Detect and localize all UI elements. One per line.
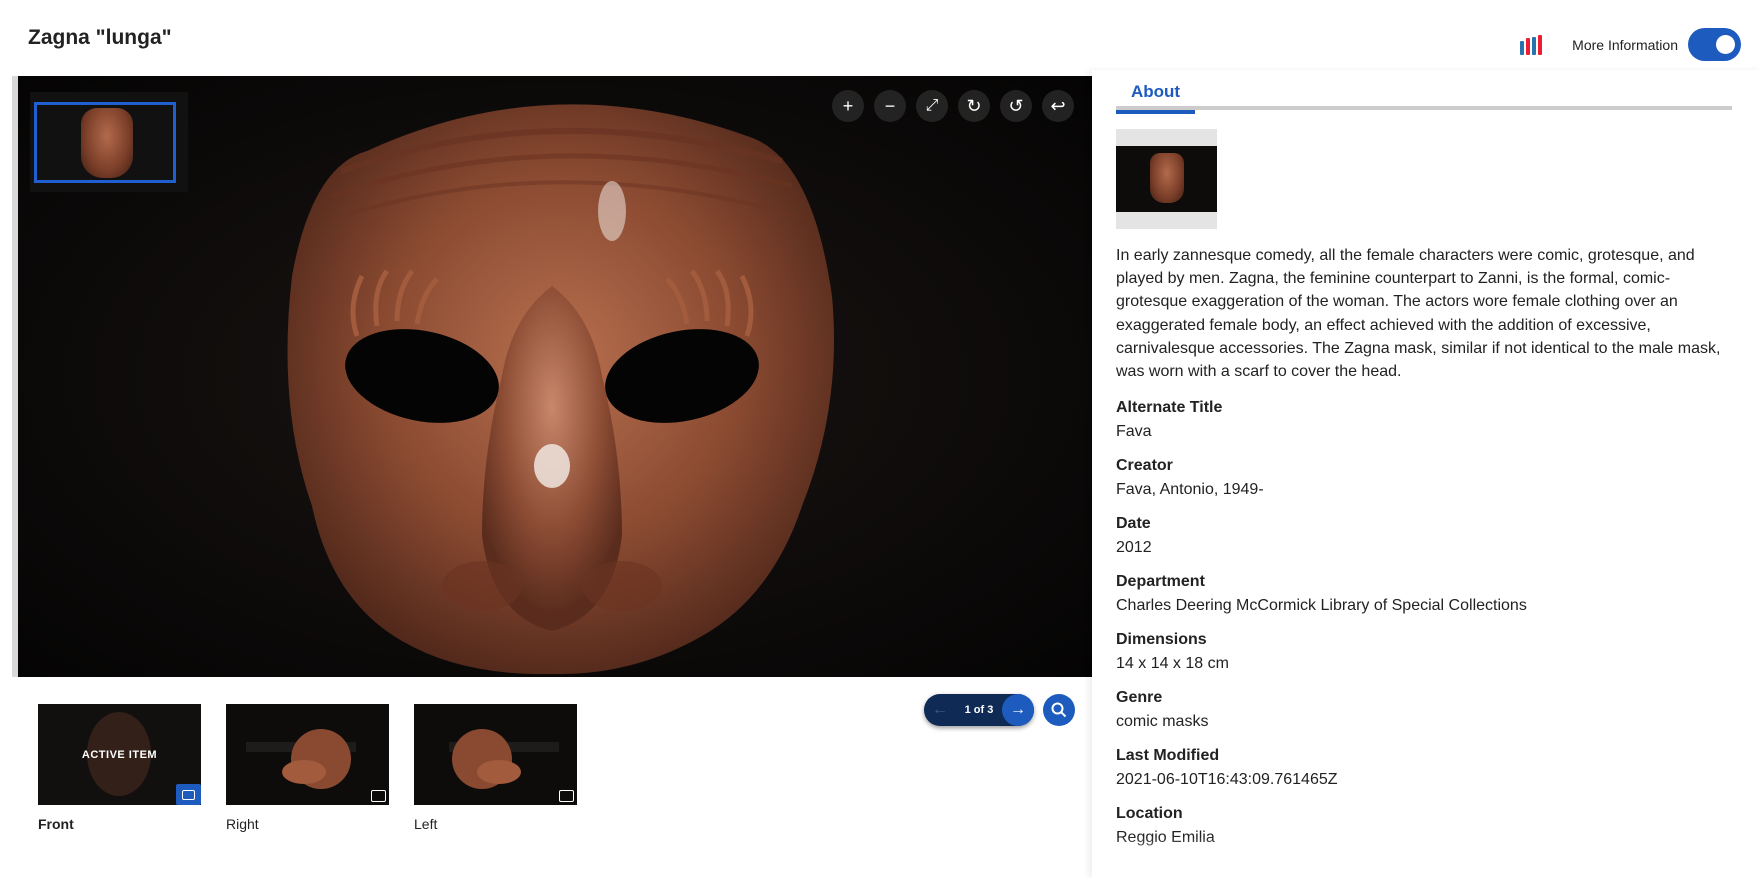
metadata-item: Dimensions 14 x 14 x 18 cm	[1116, 630, 1732, 675]
metadata-key: Department	[1116, 573, 1205, 590]
search-button[interactable]	[1043, 694, 1075, 726]
more-information-label: More Information	[1572, 36, 1678, 53]
zoom-in-button[interactable]: +	[832, 90, 864, 122]
metadata-key: Genre	[1116, 689, 1163, 706]
metadata-item: Date 2012	[1116, 514, 1732, 559]
navigator-minimap[interactable]	[30, 92, 188, 192]
thumbnail-image	[414, 704, 577, 805]
toggle-knob	[1716, 35, 1735, 54]
item-description: In early zannesque comedy, all the femal…	[1116, 247, 1721, 381]
metadata-item: Last Modified 2021-06-10T16:43:09.761465…	[1116, 746, 1732, 791]
panel-thumbnail	[1116, 129, 1217, 229]
thumbnail-label: Left	[414, 816, 438, 832]
thumbnail-image	[226, 704, 389, 805]
rotate-right-button[interactable]: ↻	[958, 90, 990, 122]
navigator-mask-preview	[81, 108, 133, 178]
metadata-value: Charles Deering McCormick Library of Spe…	[1116, 597, 1527, 614]
metadata-value: 14 x 14 x 18 cm	[1116, 655, 1229, 672]
metadata-key: Last Modified	[1116, 747, 1220, 764]
metadata-value: Fava	[1116, 423, 1152, 440]
metadata-item: Alternate Title Fava	[1116, 398, 1732, 443]
scroll-fade	[1092, 836, 1763, 878]
image-icon	[371, 790, 386, 802]
metadata-value: 2012	[1116, 539, 1152, 556]
tab-bar: About	[1116, 80, 1732, 114]
metadata-key: Alternate Title	[1116, 399, 1223, 416]
tab-about[interactable]: About	[1116, 80, 1195, 114]
metadata-item: Creator Fava, Antonio, 1949-	[1116, 456, 1732, 501]
previous-item-button[interactable]: ←	[924, 701, 956, 719]
page-title: Zagna "lunga"	[28, 26, 172, 49]
metadata-value: 2021-06-10T16:43:09.761465Z	[1116, 771, 1338, 788]
viewer-edge	[12, 76, 18, 677]
rotate-left-button[interactable]: ↺	[1000, 90, 1032, 122]
metadata-key: Date	[1116, 515, 1151, 532]
metadata-value: comic masks	[1116, 713, 1209, 730]
metadata-value: Fava, Antonio, 1949-	[1116, 481, 1264, 498]
pager-count: 1 of 3	[964, 704, 994, 716]
thumbnail-label: Front	[38, 816, 74, 832]
more-information-toggle[interactable]	[1688, 28, 1741, 61]
image-icon	[176, 784, 201, 805]
info-panel: About In early zannesque comedy, all the…	[1092, 70, 1763, 878]
mask-preview	[1150, 153, 1184, 203]
viewer-controls: + − ⤢ ↻ ↺ ↩	[832, 90, 1074, 122]
thumbnail-image: ACTIVE ITEM	[38, 704, 201, 805]
topbar-actions: More Information	[1520, 28, 1741, 61]
fullscreen-button[interactable]: ⤢	[916, 90, 948, 122]
navigator-viewport-frame[interactable]	[34, 102, 176, 183]
panel-thumbnail-image	[1116, 146, 1217, 212]
metadata-item: Department Charles Deering McCormick Lib…	[1116, 572, 1732, 617]
iiif-logo-icon[interactable]	[1520, 34, 1544, 55]
thumbnail-right[interactable]: Right	[226, 704, 389, 832]
metadata-key: Location	[1116, 805, 1183, 822]
item-pager: ← 1 of 3 →	[924, 694, 1034, 726]
thumbnail-front[interactable]: ACTIVE ITEM Front	[38, 704, 201, 832]
thumbnail-strip: ACTIVE ITEM Front Right Left	[38, 704, 577, 832]
metadata-list: Alternate Title Fava Creator Fava, Anton…	[1116, 398, 1732, 862]
thumbnail-label: Right	[226, 816, 259, 832]
metadata-key: Creator	[1116, 457, 1173, 474]
metadata-key: Dimensions	[1116, 631, 1207, 648]
search-icon	[1051, 702, 1067, 718]
thumbnail-left[interactable]: Left	[414, 704, 577, 832]
next-item-button[interactable]: →	[1002, 694, 1034, 726]
reset-button[interactable]: ↩	[1042, 90, 1074, 122]
zoom-out-button[interactable]: −	[874, 90, 906, 122]
image-icon	[559, 790, 574, 802]
metadata-item: Genre comic masks	[1116, 688, 1732, 733]
